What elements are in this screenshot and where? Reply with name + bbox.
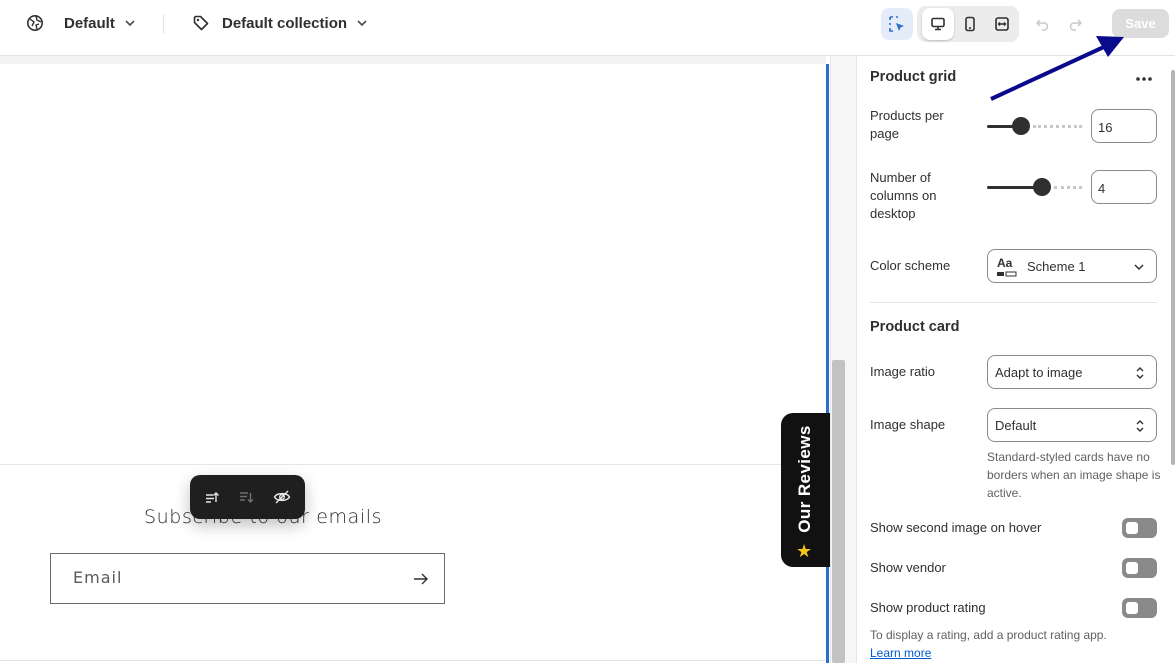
color-scheme-swatch-icon: Aa bbox=[997, 256, 1017, 277]
select-arrows-icon bbox=[1134, 366, 1146, 380]
redo-button[interactable] bbox=[1060, 8, 1092, 40]
image-ratio-value: Adapt to image bbox=[995, 365, 1083, 380]
move-down-icon bbox=[238, 488, 256, 506]
template-selector[interactable]: Default collection bbox=[192, 14, 369, 32]
rating-helptext: To display a rating, add a product ratin… bbox=[870, 628, 1107, 642]
chevron-down-icon bbox=[355, 16, 369, 30]
newsletter-email-input[interactable]: Email bbox=[50, 553, 445, 604]
preview-scrollbar-thumb[interactable] bbox=[832, 360, 845, 663]
image-shape-label: Image shape bbox=[870, 417, 946, 432]
hide-section-button[interactable] bbox=[268, 483, 296, 511]
panel-scrollbar-thumb[interactable] bbox=[1171, 70, 1175, 465]
redo-icon bbox=[1068, 16, 1084, 32]
theme-label: Default bbox=[64, 14, 115, 32]
move-up-button[interactable] bbox=[199, 483, 227, 511]
products-per-page-label: Products per page bbox=[870, 108, 944, 141]
image-shape-select[interactable]: Default bbox=[987, 408, 1157, 442]
rating-helptext-block: To display a rating, add a product ratin… bbox=[870, 626, 1170, 662]
tag-icon bbox=[192, 14, 210, 32]
product-card-title: Product card bbox=[870, 319, 960, 335]
columns-input[interactable]: 4 bbox=[1091, 170, 1157, 204]
image-shape-helptext: Standard-styled cards have no borders wh… bbox=[987, 450, 1161, 500]
topbar-divider bbox=[163, 14, 164, 34]
product-grid-title: Product grid bbox=[870, 69, 957, 85]
save-button[interactable]: Save bbox=[1112, 9, 1169, 38]
desktop-icon bbox=[930, 16, 946, 32]
learn-more-link[interactable]: Learn more bbox=[870, 646, 931, 660]
theme-selector[interactable]: Default bbox=[26, 14, 137, 32]
desktop-view-button[interactable] bbox=[922, 8, 954, 40]
image-ratio-label: Image ratio bbox=[870, 364, 936, 379]
chevron-down-icon bbox=[1132, 260, 1146, 274]
reviews-widget-tab[interactable]: Our Reviews ★ bbox=[781, 413, 830, 567]
section-floating-toolbar bbox=[190, 475, 305, 519]
reviews-tab-label: Our Reviews bbox=[795, 425, 814, 533]
preview-footer-divider bbox=[0, 660, 826, 661]
color-scheme-select[interactable]: Aa Scheme 1 bbox=[987, 249, 1157, 283]
second-image-toggle[interactable] bbox=[1122, 518, 1157, 538]
undo-icon bbox=[1034, 16, 1050, 32]
settings-panel: Product grid Products per page 16 Number… bbox=[857, 56, 1175, 663]
globe-icon bbox=[26, 14, 44, 32]
preview-section-divider bbox=[0, 464, 826, 465]
vendor-label: Show vendor bbox=[870, 560, 946, 575]
inspector-button[interactable] bbox=[881, 8, 913, 40]
rating-label: Show product rating bbox=[870, 600, 986, 615]
star-icon: ★ bbox=[796, 541, 813, 561]
vendor-toggle[interactable] bbox=[1122, 558, 1157, 578]
image-ratio-select[interactable]: Adapt to image bbox=[987, 355, 1157, 389]
arrow-right-icon[interactable] bbox=[412, 570, 430, 588]
preview-top-strip bbox=[0, 56, 826, 64]
fullwidth-view-button[interactable] bbox=[986, 8, 1018, 40]
second-image-label: Show second image on hover bbox=[870, 520, 1042, 535]
slider-thumb[interactable] bbox=[1012, 117, 1031, 135]
columns-label: Number of columns on desktop bbox=[870, 170, 937, 221]
editor-topbar: Default Default collection Save bbox=[0, 0, 1175, 56]
selected-section-outline bbox=[826, 64, 829, 663]
slider-thumb[interactable] bbox=[1033, 178, 1052, 196]
mobile-icon bbox=[962, 16, 978, 32]
mobile-view-button[interactable] bbox=[954, 8, 986, 40]
cursor-select-icon bbox=[888, 15, 906, 33]
color-scheme-value: Scheme 1 bbox=[1027, 259, 1086, 274]
toggle-knob bbox=[1126, 602, 1138, 614]
slider-rest bbox=[1054, 186, 1082, 189]
eye-off-icon bbox=[273, 488, 291, 506]
color-scheme-label: Color scheme bbox=[870, 258, 951, 273]
products-per-page-input[interactable]: 16 bbox=[1091, 109, 1157, 143]
rating-toggle[interactable] bbox=[1122, 598, 1157, 618]
products-per-page-slider[interactable] bbox=[987, 117, 1082, 135]
toggle-knob bbox=[1126, 562, 1138, 574]
chevron-down-icon bbox=[123, 16, 137, 30]
swatch-text: Aa bbox=[997, 256, 1013, 270]
section-divider bbox=[870, 302, 1157, 303]
more-options-button[interactable] bbox=[1133, 68, 1155, 90]
image-shape-value: Default bbox=[995, 418, 1037, 433]
storefront-preview[interactable]: Subscribe to our emails Email Our Review… bbox=[0, 56, 830, 663]
more-horizontal-icon bbox=[1135, 76, 1153, 82]
email-placeholder: Email bbox=[73, 568, 123, 587]
move-down-button[interactable] bbox=[233, 483, 261, 511]
expand-horizontal-icon bbox=[994, 16, 1010, 32]
undo-button[interactable] bbox=[1026, 8, 1058, 40]
move-up-icon bbox=[204, 488, 222, 506]
slider-rest bbox=[1033, 125, 1082, 128]
columns-slider[interactable] bbox=[987, 178, 1082, 196]
template-label: Default collection bbox=[222, 14, 348, 32]
toggle-knob bbox=[1126, 522, 1138, 534]
select-arrows-icon bbox=[1134, 419, 1146, 433]
